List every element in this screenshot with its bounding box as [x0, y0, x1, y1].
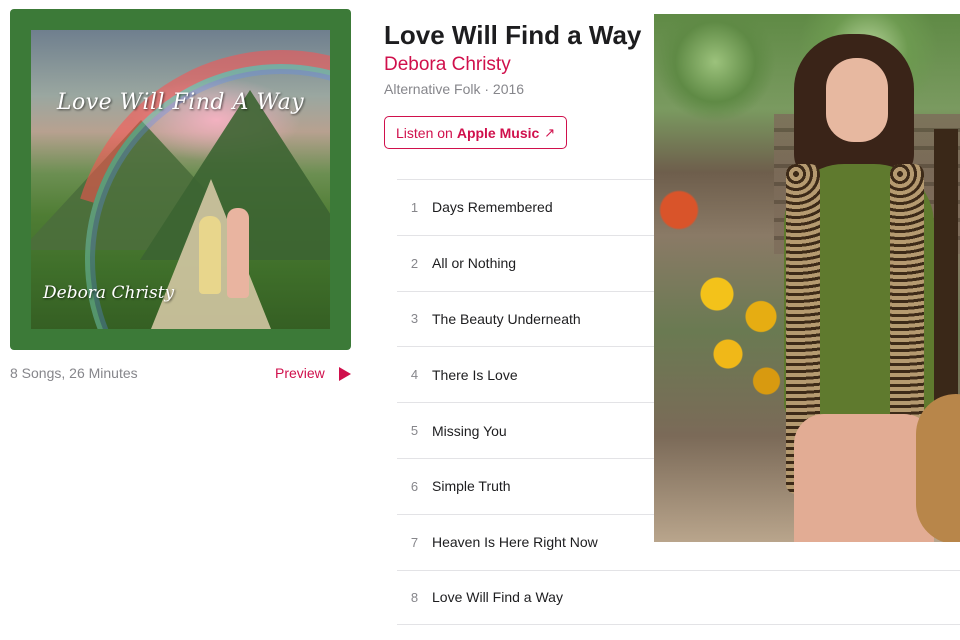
track-name: There Is Love [432, 366, 518, 383]
artist-photo [654, 14, 960, 542]
album-title: Love Will Find a Way [384, 20, 642, 50]
external-arrow-icon: ↗ [544, 124, 556, 140]
album-artwork-image: Love Will Find A Way Debora Christy [31, 30, 330, 329]
album-artwork: Love Will Find A Way Debora Christy [10, 9, 351, 350]
listen-prefix: Listen on [396, 124, 453, 141]
track-name: Simple Truth [432, 478, 511, 495]
track-name: Love Will Find a Way [432, 589, 563, 606]
artwork-title-text: Love Will Find A Way [56, 90, 305, 115]
play-icon [338, 367, 351, 381]
track-number: 8 [410, 589, 419, 605]
track-name: Heaven Is Here Right Now [432, 534, 598, 551]
artist-link[interactable]: Debora Christy [384, 54, 511, 76]
photo-face [826, 58, 888, 142]
track-number: 5 [410, 423, 419, 439]
listen-on-apple-music-button[interactable]: Listen on Apple Music ↗ [384, 116, 568, 149]
artwork-figure-woman [199, 216, 221, 294]
photo-guitar [916, 394, 960, 542]
track-number: 6 [410, 478, 419, 494]
preview-button[interactable]: Preview [275, 364, 351, 381]
track-name: All or Nothing [432, 255, 517, 272]
track-number: 1 [410, 199, 419, 215]
album-summary: 8 Songs, 26 Minutes [10, 365, 138, 381]
track-name: Missing You [432, 422, 507, 439]
photo-legs [794, 414, 934, 542]
track-number: 3 [410, 311, 419, 327]
track-number: 7 [410, 534, 419, 550]
photo-red-flowers [654, 174, 704, 264]
track-name: The Beauty Underneath [432, 310, 581, 327]
photo-scarf-right [890, 164, 924, 424]
track-number: 2 [410, 255, 419, 271]
preview-label: Preview [275, 364, 325, 381]
genre-year: Alternative Folk · 2016 [384, 81, 525, 97]
photo-sunflowers [684, 264, 794, 414]
listen-brand: Apple Music [456, 124, 540, 141]
track-number: 4 [410, 367, 419, 383]
artwork-artist-text: Debora Christy [43, 283, 175, 303]
track-row-8[interactable]: 8 Love Will Find a Way [397, 569, 960, 626]
artwork-figure-man [227, 208, 249, 298]
photo-guitar-neck [934, 129, 958, 419]
track-name: Days Remembered [432, 199, 553, 216]
